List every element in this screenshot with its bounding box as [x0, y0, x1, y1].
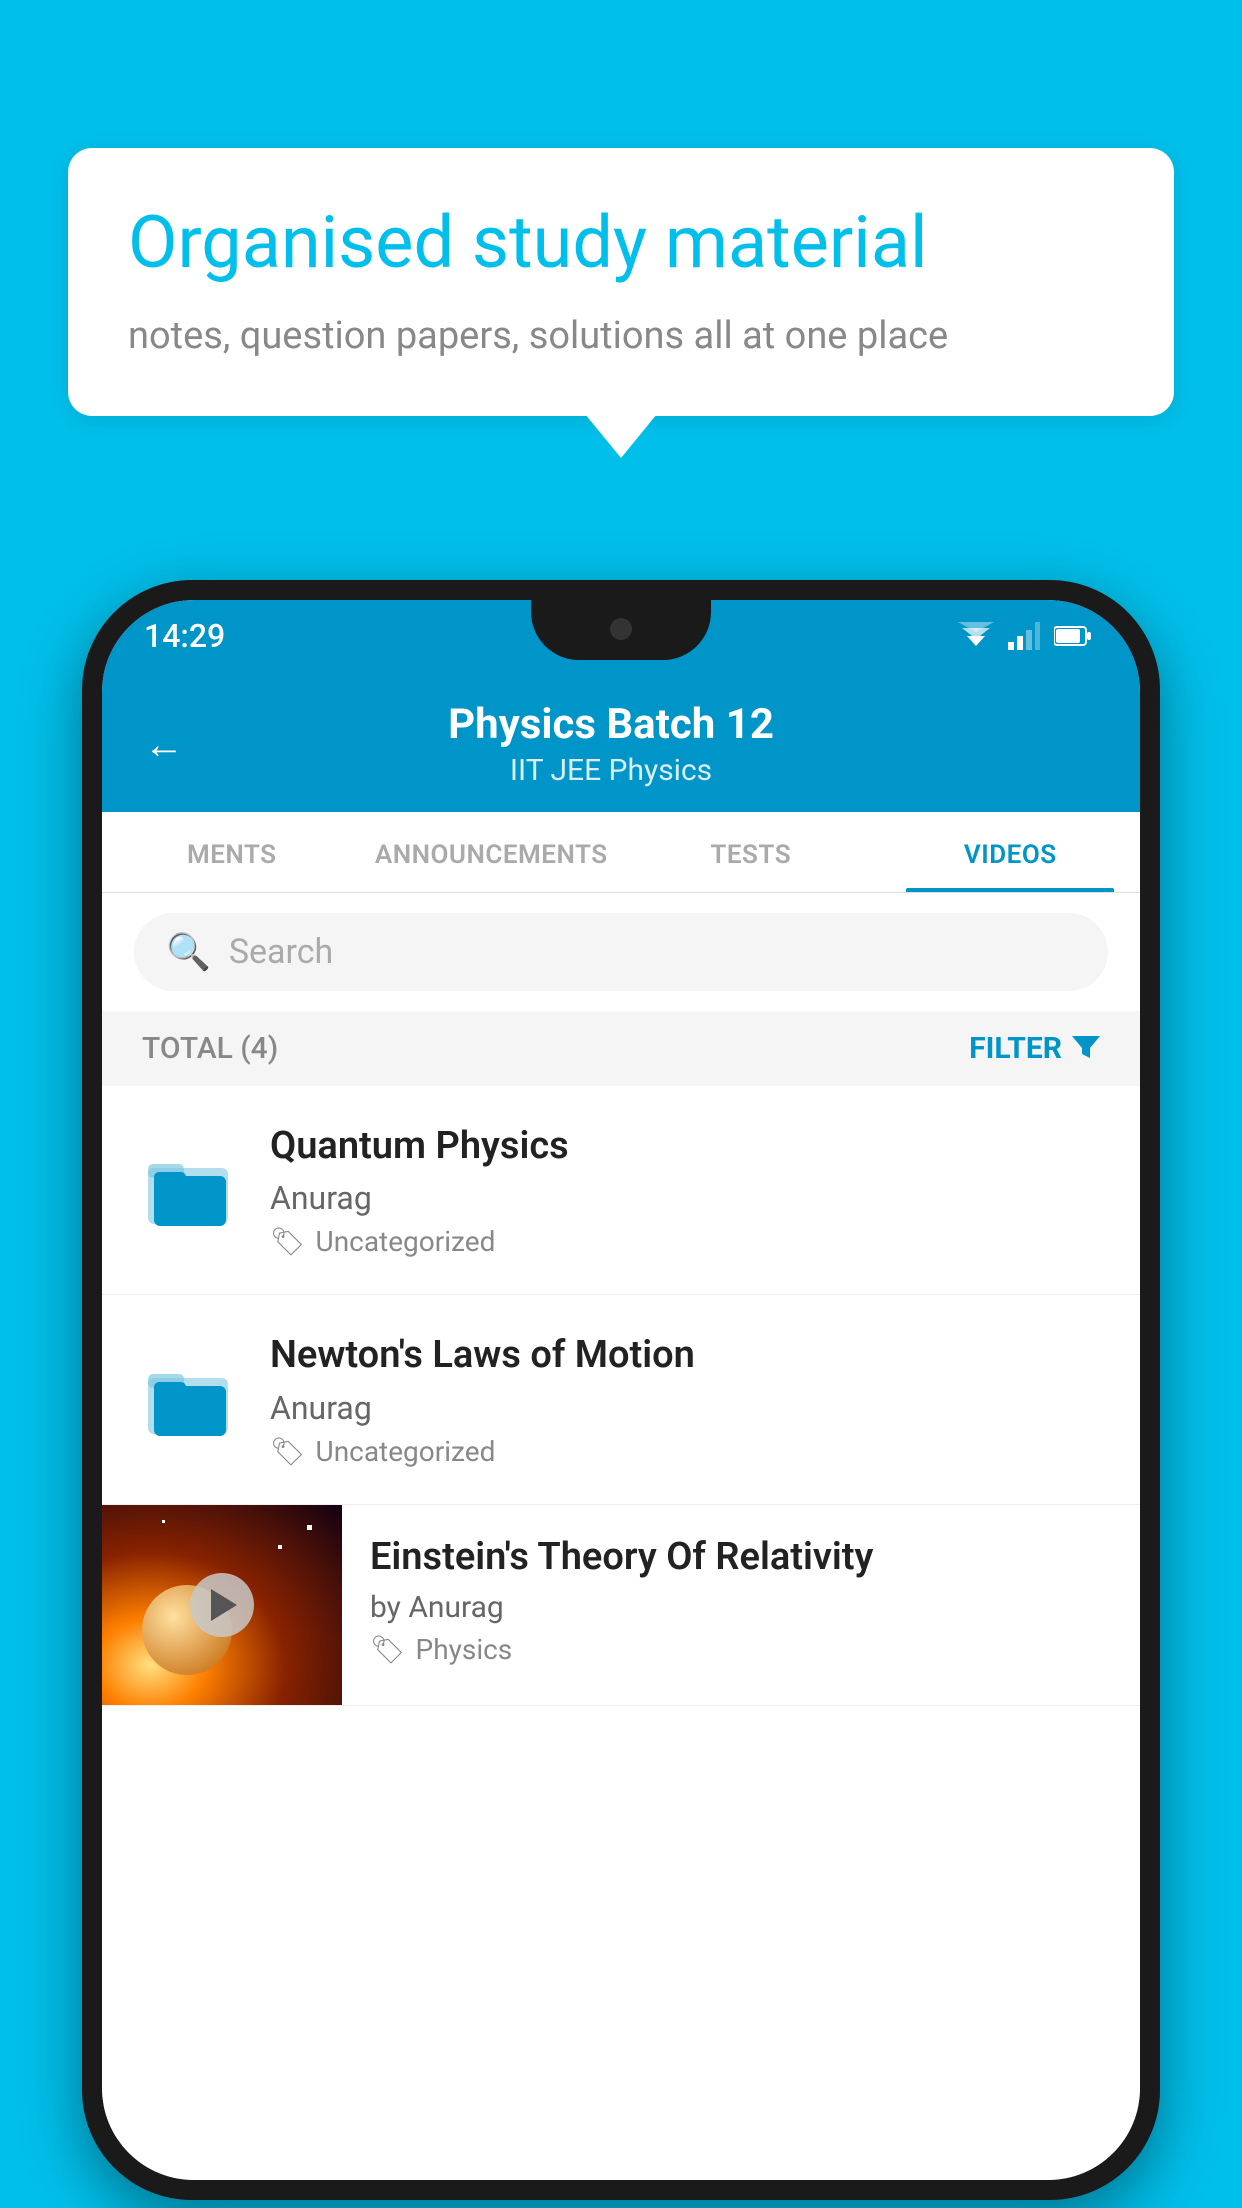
folder-svg [144, 1146, 232, 1234]
status-bar: 14:29 [102, 600, 1140, 672]
play-button[interactable] [190, 1573, 254, 1637]
tab-announcements[interactable]: ANNOUNCEMENTS [362, 812, 622, 892]
speech-bubble-container: Organised study material notes, question… [68, 148, 1174, 416]
app-header: ← Physics Batch 12 IIT JEE Physics [102, 672, 1140, 812]
folder-icon-1 [138, 1135, 238, 1245]
folder-svg [144, 1356, 232, 1444]
status-time: 14:29 [144, 617, 225, 655]
list-item[interactable]: Einstein's Theory Of Relativity by Anura… [102, 1505, 1140, 1706]
phone-inner: 14:29 [102, 600, 1140, 2180]
total-count: TOTAL (4) [142, 1031, 278, 1066]
phone-frame: 14:29 [82, 580, 1160, 2200]
header-title: Physics Batch 12 [212, 700, 1010, 749]
bubble-headline: Organised study material [128, 200, 1114, 286]
notch [531, 600, 711, 660]
phone-content: ← Physics Batch 12 IIT JEE Physics MENTS… [102, 672, 1140, 2180]
list-item[interactable]: Quantum Physics Anurag 🏷 Uncategorized [102, 1086, 1140, 1295]
back-button[interactable]: ← [144, 721, 184, 768]
video-info-3: Einstein's Theory Of Relativity by Anura… [342, 1505, 1140, 1686]
video-title: Newton's Laws of Motion [270, 1331, 1104, 1380]
video-tag: 🏷 Uncategorized [270, 1435, 1104, 1468]
header-subtitle: IIT JEE Physics [212, 753, 1010, 788]
tag-icon: 🏷 [370, 1633, 406, 1666]
video-author: Anurag [270, 1389, 1104, 1427]
search-placeholder: Search [229, 932, 333, 972]
bubble-subtext: notes, question papers, solutions all at… [128, 310, 1114, 363]
search-box[interactable]: 🔍 Search [134, 913, 1108, 991]
video-author: Anurag [270, 1179, 1104, 1217]
search-container: 🔍 Search [102, 893, 1140, 1011]
signal-icon [1008, 622, 1040, 650]
play-triangle-icon [211, 1589, 237, 1621]
search-icon: 🔍 [166, 931, 211, 973]
video-info-2: Newton's Laws of Motion Anurag 🏷 Uncateg… [270, 1331, 1104, 1467]
video-list: Quantum Physics Anurag 🏷 Uncategorized [102, 1086, 1140, 2180]
battery-icon [1054, 625, 1092, 647]
tab-bar: MENTS ANNOUNCEMENTS TESTS VIDEOS [102, 812, 1140, 893]
video-title: Quantum Physics [270, 1122, 1104, 1171]
header-title-block: Physics Batch 12 IIT JEE Physics [212, 700, 1010, 788]
status-icons [958, 622, 1092, 650]
video-thumbnail [102, 1505, 342, 1705]
video-tag: 🏷 Physics [370, 1633, 1112, 1666]
video-author: by Anurag [370, 1590, 1112, 1625]
filter-bar: TOTAL (4) FILTER [102, 1011, 1140, 1086]
video-title: Einstein's Theory Of Relativity [370, 1533, 1112, 1582]
video-tag: 🏷 Uncategorized [270, 1225, 1104, 1258]
tab-tests[interactable]: TESTS [621, 812, 881, 892]
tab-documents[interactable]: MENTS [102, 812, 362, 892]
list-item[interactable]: Newton's Laws of Motion Anurag 🏷 Uncateg… [102, 1295, 1140, 1504]
tab-videos[interactable]: VIDEOS [881, 812, 1141, 892]
speech-bubble: Organised study material notes, question… [68, 148, 1174, 416]
filter-button[interactable]: FILTER [969, 1031, 1100, 1066]
wifi-icon [958, 622, 994, 650]
tag-icon: 🏷 [270, 1435, 306, 1468]
filter-icon [1072, 1036, 1100, 1058]
folder-icon-2 [138, 1345, 238, 1455]
camera-dot [610, 618, 632, 640]
video-info-1: Quantum Physics Anurag 🏷 Uncategorized [270, 1122, 1104, 1258]
tag-icon: 🏷 [270, 1225, 306, 1258]
